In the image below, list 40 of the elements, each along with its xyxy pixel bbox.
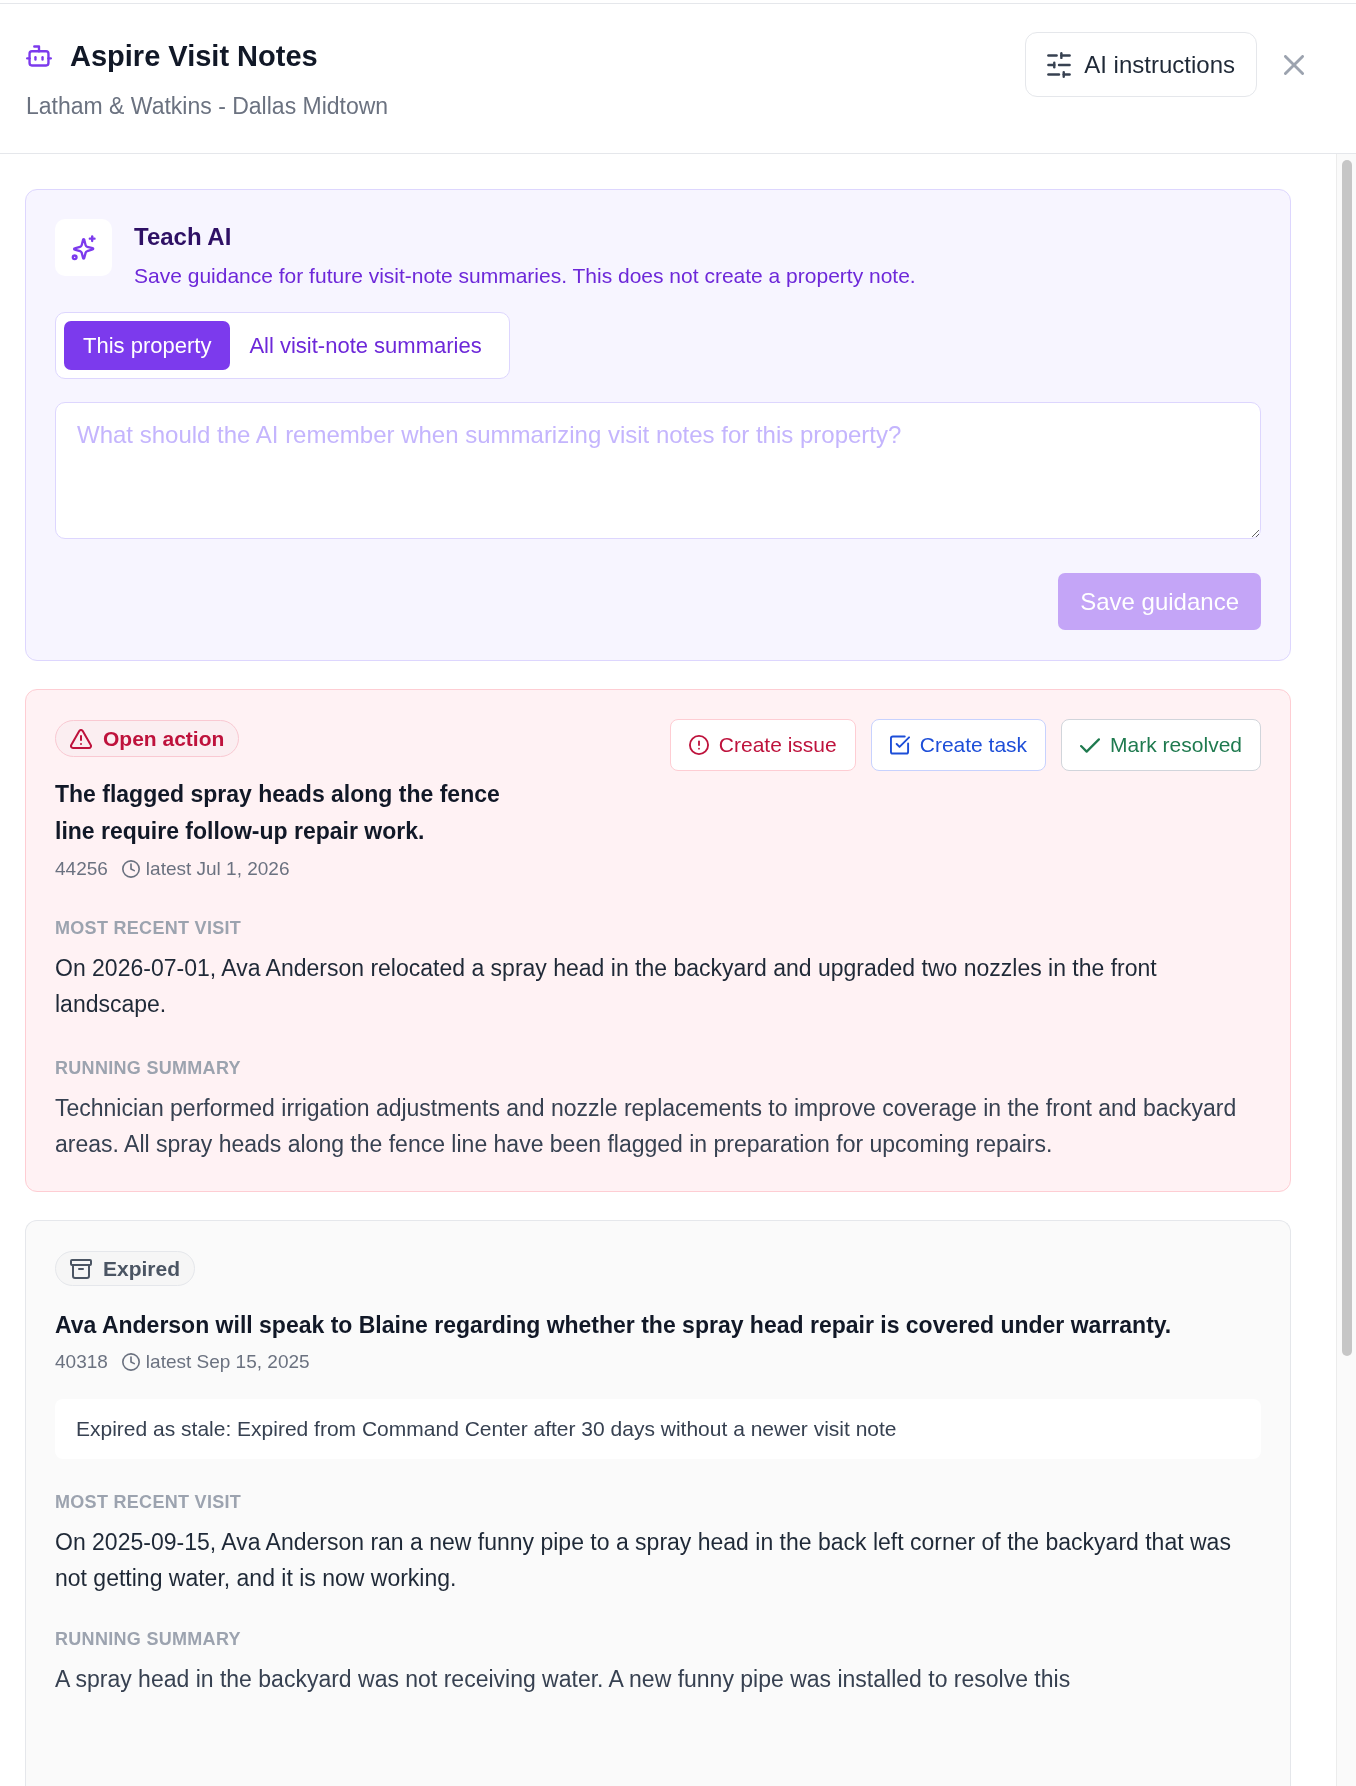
archive-box-icon bbox=[70, 1258, 92, 1279]
section-text: On 2025-09-15, Ava Anderson ran a new funny pipe to a spray head in the back left corner of the backyard that was not getting water, and it is now working. bbox=[55, 1528, 1232, 1593]
scope-tab[interactable]: All visit-note summaries bbox=[230, 321, 501, 370]
create-issue-button[interactable]: Create issue bbox=[669, 719, 856, 771]
alert-circle-icon bbox=[688, 735, 709, 755]
latest-date: latest Sep 15, 2025 bbox=[145, 1350, 310, 1374]
section-text: On 2026-07-01, Ava Anderson relocated a spray head in the backyard and upgraded two nozzles in the front landscape. bbox=[55, 954, 1158, 1019]
robot-icon bbox=[26, 45, 52, 67]
property-subtitle: Latham & Watkins - Dallas Midtown bbox=[26, 92, 389, 121]
sliders-icon bbox=[1047, 51, 1072, 78]
close-icon bbox=[1284, 54, 1304, 75]
scope-tab[interactable]: This property bbox=[64, 321, 231, 370]
sparkle-icon bbox=[55, 219, 112, 276]
clock-icon bbox=[121, 1353, 140, 1371]
scrollbar-thumb[interactable] bbox=[1341, 160, 1352, 1356]
status-label: Open action bbox=[103, 725, 225, 752]
section-label: RUNNING SUMMARY bbox=[55, 1057, 242, 1080]
status-label: Expired bbox=[103, 1255, 181, 1282]
checked-box-icon bbox=[889, 735, 910, 755]
section-label: RUNNING SUMMARY bbox=[55, 1628, 242, 1651]
create-task-button[interactable]: Create task bbox=[870, 719, 1047, 771]
clock-icon bbox=[121, 860, 140, 878]
section-text: Technician performed irrigation adjustments and nozzle replacements to improve coverage in the front and backyard areas. All spray heads along the fence line have been flagged in preparation for upcoming repairs. bbox=[55, 1094, 1238, 1159]
expiry-reason: Expired as stale: Expired from Command Center after 30 days without a newer visit note bbox=[55, 1399, 1261, 1459]
note-number: 40318 bbox=[55, 1350, 108, 1374]
note-number: 44256 bbox=[55, 857, 108, 881]
section-label: MOST RECENT VISIT bbox=[55, 917, 243, 940]
check-icon bbox=[1080, 737, 1101, 753]
mark-resolved-button[interactable]: Mark resolved bbox=[1061, 719, 1261, 771]
teach-ai-title: Teach AI bbox=[134, 222, 233, 252]
note-title: The flagged spray heads along the fence line require follow-up repair work. bbox=[55, 780, 501, 846]
note-title: Ava Anderson will speak to Blaine regarding whether the spray head repair is covered under warranty. bbox=[55, 1311, 1173, 1340]
section-label: MOST RECENT VISIT bbox=[55, 1491, 243, 1514]
guidance-field[interactable]: What should the AI remember when summarizing visit notes for this property? bbox=[55, 402, 1261, 539]
window-title: Aspire Visit Notes bbox=[70, 39, 318, 74]
ai-instructions-button[interactable]: AI instructions bbox=[1025, 32, 1257, 97]
latest-date: latest Jul 1, 2026 bbox=[145, 857, 290, 881]
section-text: A spray head in the backyard was not receiving water. A new funny pipe was installed to resolve this bbox=[55, 1665, 1072, 1694]
teach-ai-description: Save guidance for future visit-note summaries. This does not create a property note. bbox=[134, 263, 916, 289]
warning-icon bbox=[70, 728, 92, 749]
